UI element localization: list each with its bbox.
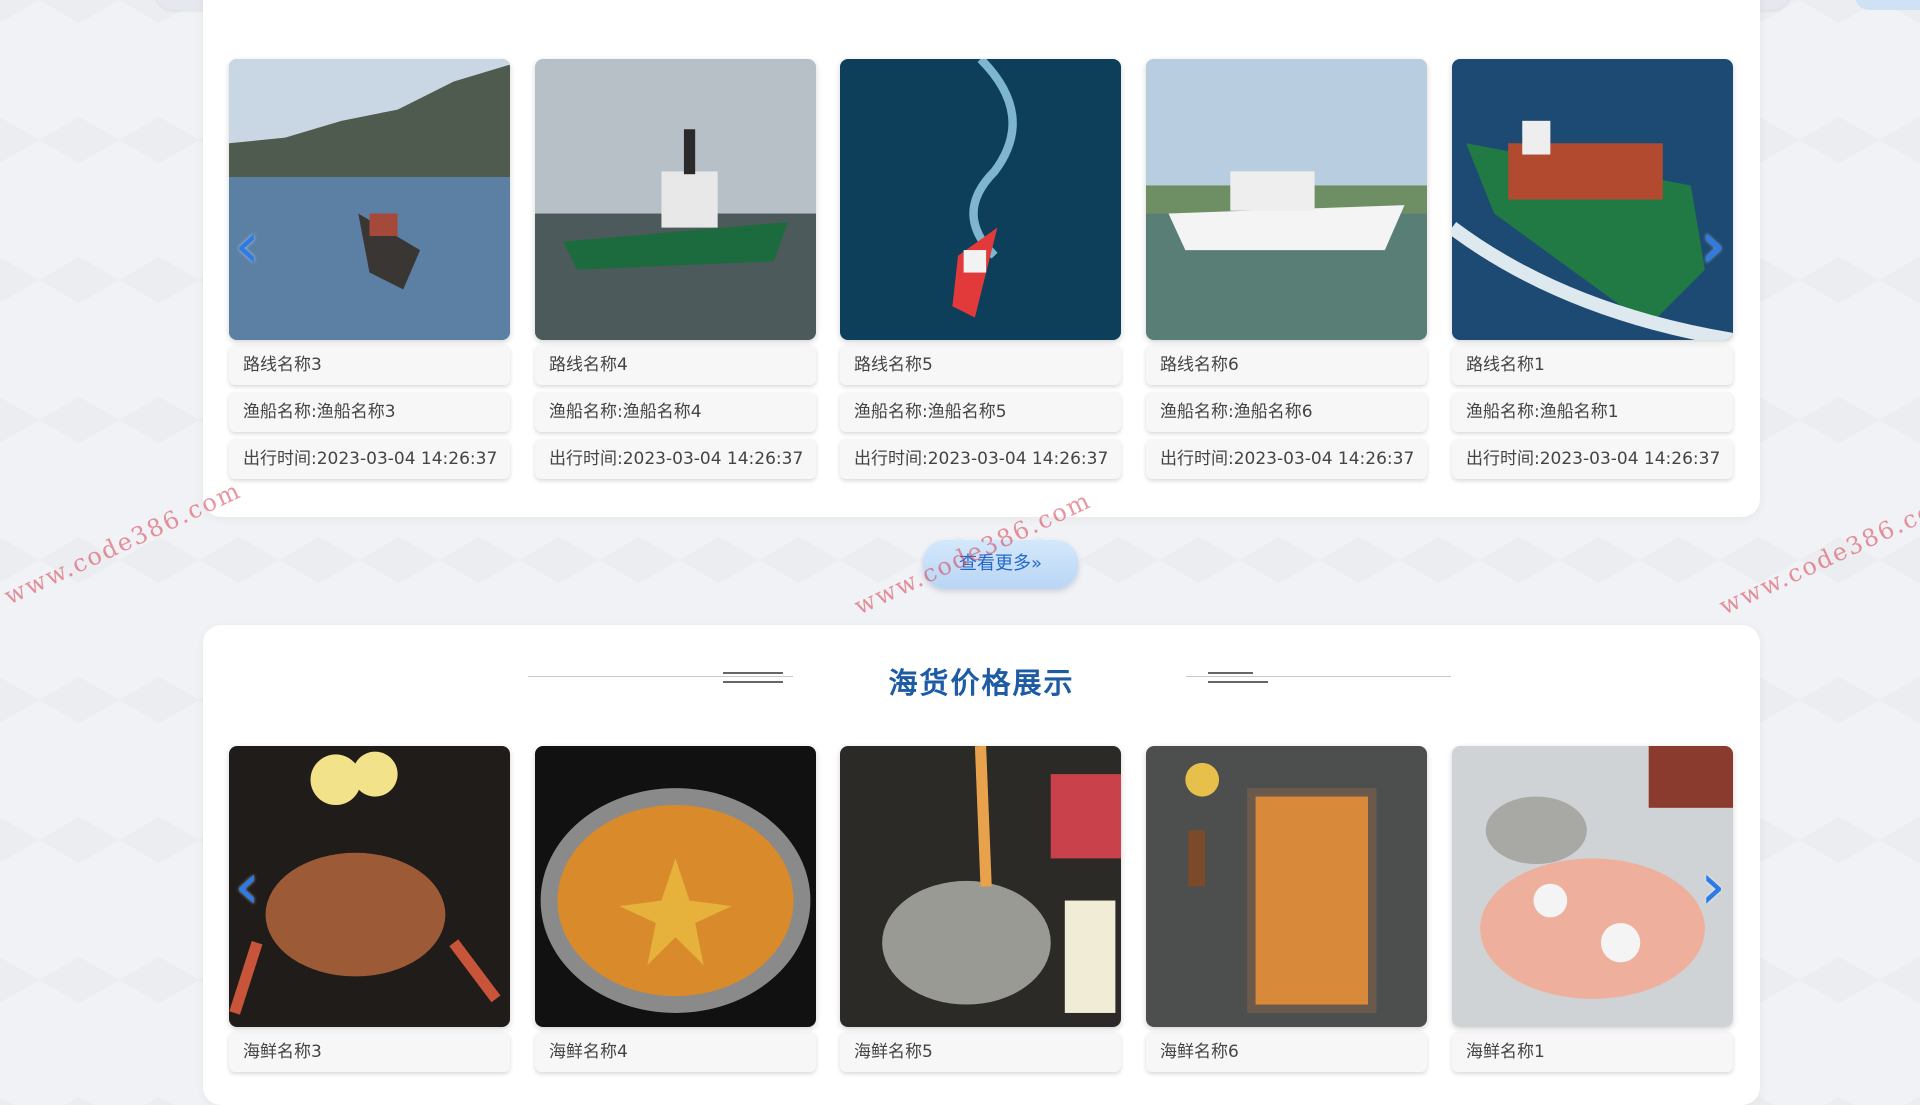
seafood-name: 海鲜名称4 [535,1032,816,1072]
route-card[interactable]: 路线名称4 渔船名称:渔船名称4 出行时间:2023-03-04 14:26:3… [535,59,816,479]
route-image[interactable] [840,59,1121,340]
seafood-card[interactable]: 海鲜名称1 [1452,746,1733,1072]
chevron-right-icon[interactable]: › [1693,852,1733,922]
route-image[interactable] [535,59,816,340]
route-image[interactable] [229,59,510,340]
route-name: 路线名称1 [1452,345,1733,385]
route-image[interactable] [1146,59,1427,340]
boat-name: 渔船名称:渔船名称6 [1146,392,1427,432]
boat-name: 渔船名称:渔船名称4 [535,392,816,432]
route-name: 路线名称6 [1146,345,1427,385]
seafood-name: 海鲜名称6 [1146,1032,1427,1072]
seafood-image[interactable] [1146,746,1427,1027]
departure-time: 出行时间:2023-03-04 14:26:37 [1146,439,1427,479]
seafood-name: 海鲜名称5 [840,1032,1121,1072]
chevron-left-icon[interactable]: ‹ [227,852,267,922]
seafood-image[interactable] [1452,746,1733,1027]
route-name: 路线名称3 [229,345,510,385]
chevron-left-icon[interactable]: ‹ [227,211,267,281]
seafood-card[interactable]: 海鲜名称6 [1146,746,1427,1072]
seafood-card[interactable]: 海鲜名称5 [840,746,1121,1072]
view-more-button[interactable]: 查看更多» [923,540,1078,588]
boat-name: 渔船名称:渔船名称1 [1452,392,1733,432]
route-card[interactable]: 路线名称1 渔船名称:渔船名称1 出行时间:2023-03-04 14:26:3… [1452,59,1733,479]
route-card[interactable]: 路线名称5 渔船名称:渔船名称5 出行时间:2023-03-04 14:26:3… [840,59,1121,479]
seafood-name: 海鲜名称3 [229,1032,510,1072]
seafood-panel: 海货价格展示 海鲜名称3 海鲜名称4 海鲜名称5 海鲜名称6 海鲜名称1 ‹ › [203,625,1760,1105]
route-name: 路线名称4 [535,345,816,385]
seafood-name: 海鲜名称1 [1452,1032,1733,1072]
seafood-card[interactable]: 海鲜名称4 [535,746,816,1072]
departure-time: 出行时间:2023-03-04 14:26:37 [229,439,510,479]
chevron-right-icon[interactable]: › [1693,211,1733,281]
search-button[interactable] [1855,0,1920,10]
seafood-card[interactable]: 海鲜名称3 [229,746,510,1072]
departure-time: 出行时间:2023-03-04 14:26:37 [840,439,1121,479]
boat-name: 渔船名称:渔船名称3 [229,392,510,432]
route-card[interactable]: 路线名称6 渔船名称:渔船名称6 出行时间:2023-03-04 14:26:3… [1146,59,1427,479]
seafood-image[interactable] [840,746,1121,1027]
route-image[interactable] [1452,59,1733,340]
boat-name: 渔船名称:渔船名称5 [840,392,1121,432]
route-name: 路线名称5 [840,345,1121,385]
seafood-image[interactable] [535,746,816,1027]
seafood-image[interactable] [229,746,510,1027]
departure-time: 出行时间:2023-03-04 14:26:37 [535,439,816,479]
route-card[interactable]: 路线名称3 渔船名称:渔船名称3 出行时间:2023-03-04 14:26:3… [229,59,510,479]
departure-time: 出行时间:2023-03-04 14:26:37 [1452,439,1733,479]
section-title: 海货价格展示 [888,666,1075,700]
routes-panel: 路线名称3 渔船名称:渔船名称3 出行时间:2023-03-04 14:26:3… [203,0,1760,517]
